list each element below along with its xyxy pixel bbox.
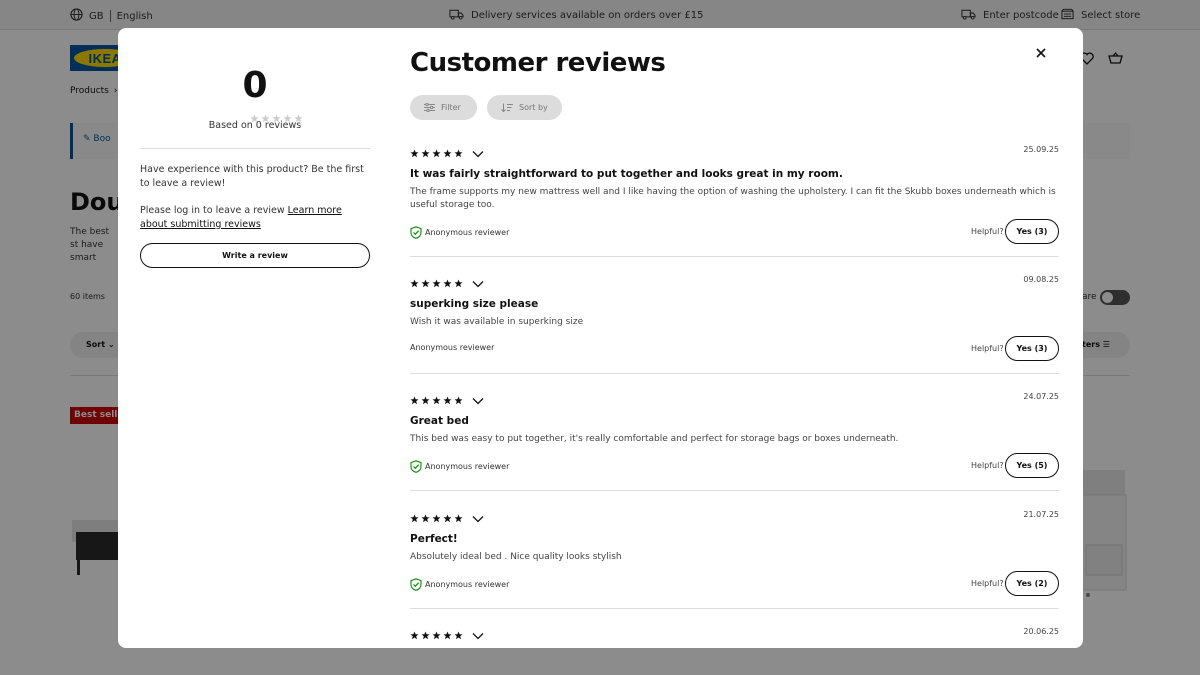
review-date: 25.09.25 bbox=[1023, 145, 1059, 154]
filter-icon bbox=[424, 103, 435, 112]
review-author: Anonymous reviewer bbox=[410, 343, 494, 352]
helpful-label: Helpful? bbox=[971, 461, 1004, 470]
review-author: Anonymous reviewer bbox=[410, 460, 509, 473]
review-title: It was fairly straightforward to put tog… bbox=[410, 168, 843, 180]
expand-review-button[interactable] bbox=[472, 275, 484, 288]
summary-divider bbox=[140, 148, 370, 149]
chevron-down-icon bbox=[472, 516, 484, 523]
chevron-down-icon bbox=[472, 633, 484, 640]
review-stars bbox=[410, 149, 463, 158]
helpful-yes-button[interactable]: Yes (3) bbox=[1005, 219, 1059, 244]
review-date: 24.07.25 bbox=[1023, 392, 1059, 401]
author-name: Anonymous reviewer bbox=[425, 228, 510, 237]
average-rating: 0 bbox=[242, 65, 268, 106]
write-review-button[interactable]: Write a review bbox=[140, 243, 370, 268]
review-divider bbox=[410, 373, 1059, 374]
based-on-count: Based on 0 reviews bbox=[208, 120, 302, 131]
chevron-down-icon bbox=[472, 281, 484, 288]
expand-review-button[interactable] bbox=[472, 145, 484, 158]
review-body: This bed was easy to put together, it's … bbox=[410, 434, 899, 444]
star-icon bbox=[410, 279, 463, 288]
expand-review-button[interactable] bbox=[472, 392, 484, 405]
shield-check-icon bbox=[410, 578, 422, 591]
review-stars bbox=[410, 514, 463, 523]
login-text: Please log in to leave a review bbox=[140, 205, 285, 216]
helpful-yes-button[interactable]: Yes (5) bbox=[1005, 453, 1059, 478]
review-divider bbox=[410, 608, 1059, 609]
review-divider bbox=[410, 490, 1059, 491]
review-stars bbox=[410, 279, 463, 288]
sort-icon bbox=[501, 103, 513, 112]
reviews-panel: Customer reviews Filter Sort by 25.09.25… bbox=[410, 28, 1059, 648]
review-title: Great bed bbox=[410, 415, 469, 427]
helpful-yes-button[interactable]: Yes (3) bbox=[1005, 336, 1059, 361]
shield-check-icon bbox=[410, 226, 422, 239]
review-date: 20.06.25 bbox=[1023, 627, 1059, 636]
author-name: Anonymous reviewer bbox=[425, 580, 510, 589]
review-title: superking size please bbox=[410, 298, 539, 310]
close-icon bbox=[1036, 48, 1046, 58]
shield-check-icon bbox=[410, 460, 422, 473]
star-icon bbox=[410, 514, 463, 523]
review-stars bbox=[410, 631, 463, 640]
first-review-prompt: Have experience with this product? Be th… bbox=[140, 164, 364, 189]
star-icon bbox=[410, 396, 463, 405]
review-title: Perfect! bbox=[410, 533, 458, 545]
close-button[interactable] bbox=[1030, 42, 1052, 64]
review-divider bbox=[410, 256, 1059, 257]
filter-label: Filter bbox=[441, 103, 461, 112]
chevron-down-icon bbox=[472, 398, 484, 405]
star-icon bbox=[410, 149, 463, 158]
sort-by-button[interactable]: Sort by bbox=[487, 95, 562, 120]
review-date: 09.08.25 bbox=[1023, 275, 1059, 284]
expand-review-button[interactable] bbox=[472, 627, 484, 640]
helpful-label: Helpful? bbox=[971, 227, 1004, 236]
login-prompt: Please log in to leave a review Learn mo… bbox=[140, 204, 370, 231]
review-author: Anonymous reviewer bbox=[410, 578, 509, 591]
review-body: Wish it was available in superking size bbox=[410, 317, 584, 327]
star-icon bbox=[410, 631, 463, 640]
reviews-modal: 0 Based on 0 reviews Have experience wit… bbox=[118, 28, 1083, 648]
author-name: Anonymous reviewer bbox=[410, 343, 495, 352]
helpful-label: Helpful? bbox=[971, 579, 1004, 588]
reviews-title: Customer reviews bbox=[410, 48, 666, 78]
helpful-label: Helpful? bbox=[971, 344, 1004, 353]
filter-button[interactable]: Filter bbox=[410, 95, 477, 120]
review-stars bbox=[410, 396, 463, 405]
sort-by-label: Sort by bbox=[519, 103, 548, 112]
review-date: 21.07.25 bbox=[1023, 510, 1059, 519]
review-body: Absolutely ideal bed . Nice quality look… bbox=[410, 552, 622, 562]
helpful-yes-button[interactable]: Yes (2) bbox=[1005, 571, 1059, 596]
review-body: The frame supports my new mattress well … bbox=[410, 187, 1056, 210]
author-name: Anonymous reviewer bbox=[425, 462, 510, 471]
expand-review-button[interactable] bbox=[472, 510, 484, 523]
review-author: Anonymous reviewer bbox=[410, 226, 509, 239]
chevron-down-icon bbox=[472, 151, 484, 158]
